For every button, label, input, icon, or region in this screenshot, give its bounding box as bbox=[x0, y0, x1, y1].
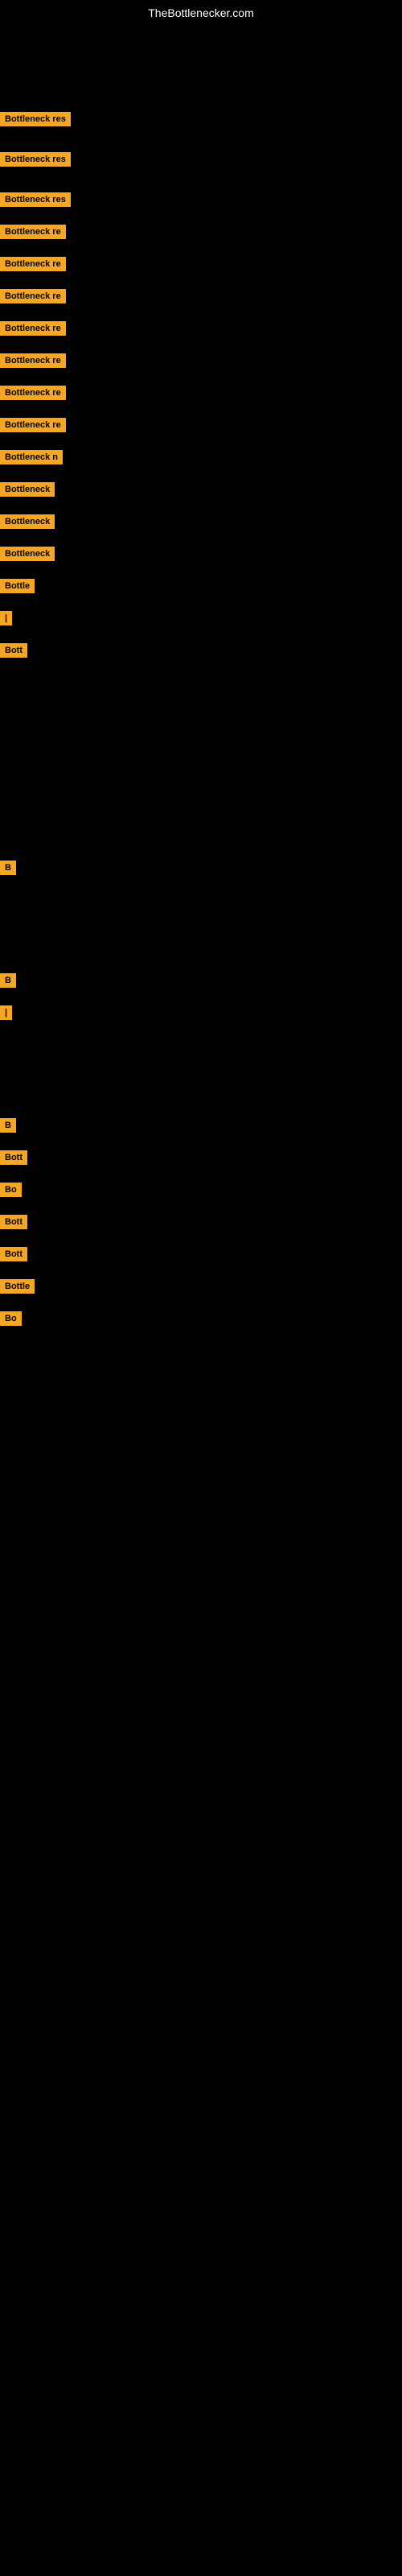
bottleneck-badge: Bottle bbox=[0, 579, 35, 593]
bottleneck-badge: Bottleneck re bbox=[0, 418, 66, 432]
bottleneck-badge: Bottleneck bbox=[0, 547, 55, 561]
bottleneck-badge: Bottleneck bbox=[0, 482, 55, 497]
bottleneck-badge: B bbox=[0, 861, 16, 875]
bottleneck-badge: B bbox=[0, 973, 16, 988]
bottleneck-badge: | bbox=[0, 1005, 12, 1020]
bottleneck-badge: Bottleneck bbox=[0, 514, 55, 529]
bottleneck-badge: Bo bbox=[0, 1311, 22, 1326]
bottleneck-badge: Bottleneck re bbox=[0, 289, 66, 303]
bottleneck-badge: | bbox=[0, 611, 12, 625]
bottleneck-badge: Bottleneck res bbox=[0, 112, 71, 126]
bottleneck-badge: Bottle bbox=[0, 1279, 35, 1294]
bottleneck-badge: Bott bbox=[0, 1247, 27, 1261]
bottleneck-badge: Bo bbox=[0, 1183, 22, 1197]
bottleneck-badge: Bottleneck res bbox=[0, 152, 71, 167]
bottleneck-badge: Bottleneck res bbox=[0, 192, 71, 207]
bottleneck-badge: Bottleneck n bbox=[0, 450, 63, 464]
bottleneck-badge: Bottleneck re bbox=[0, 257, 66, 271]
bottleneck-badge: Bottleneck re bbox=[0, 353, 66, 368]
site-title: TheBottlenecker.com bbox=[0, 0, 402, 23]
bottleneck-badge: Bottleneck re bbox=[0, 225, 66, 239]
bottleneck-badge: Bott bbox=[0, 643, 27, 658]
bottleneck-badge: B bbox=[0, 1118, 16, 1133]
bottleneck-badge: Bottleneck re bbox=[0, 321, 66, 336]
bottleneck-badge: Bottleneck re bbox=[0, 386, 66, 400]
bottleneck-badge: Bott bbox=[0, 1150, 27, 1165]
bottleneck-badge: Bott bbox=[0, 1215, 27, 1229]
